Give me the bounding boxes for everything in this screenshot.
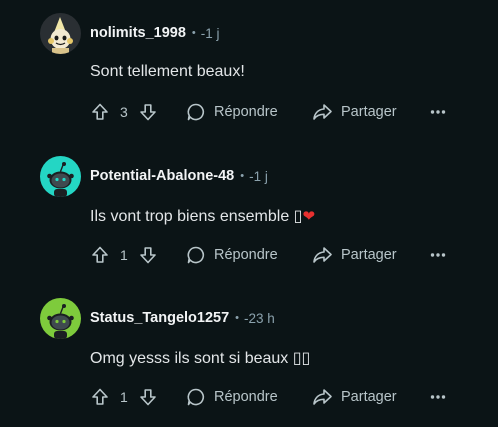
- vote-count: 1: [120, 389, 128, 405]
- user-avatar[interactable]: [40, 155, 81, 197]
- user-avatar[interactable]: [40, 12, 81, 54]
- downvote-icon: [140, 104, 156, 121]
- more-options-button[interactable]: [430, 241, 446, 269]
- more-options-button[interactable]: [430, 383, 446, 411]
- share-label: Partager: [341, 389, 397, 405]
- vote-count: 1: [120, 247, 128, 263]
- comment-actions: 3 Répondre Partager: [80, 98, 480, 126]
- comment-text: Sont tellement beaux!: [90, 63, 245, 81]
- reply-bubble-icon: [187, 103, 205, 121]
- comment-text: Omg yesss ils sont si beaux ▯▯: [90, 348, 310, 368]
- comment-text-content: Ils vont trop biens ensemble ▯: [90, 208, 303, 225]
- share-button[interactable]: Partager: [312, 98, 397, 126]
- more-options-icon: [430, 253, 446, 257]
- upvote-button[interactable]: [90, 98, 110, 126]
- downvote-icon: [140, 247, 156, 264]
- comment-time: -1 j: [249, 168, 268, 184]
- comment-text-content: Sont tellement beaux!: [90, 63, 245, 80]
- reply-label: Répondre: [214, 247, 278, 263]
- share-arrow-icon: [313, 247, 332, 263]
- vote-count: 3: [120, 104, 128, 120]
- share-label: Partager: [341, 247, 397, 263]
- reply-button[interactable]: Répondre: [186, 98, 278, 126]
- upvote-button[interactable]: [90, 383, 110, 411]
- share-arrow-icon: [313, 389, 332, 405]
- meta-separator: •: [191, 27, 196, 39]
- downvote-button[interactable]: [138, 383, 158, 411]
- share-arrow-icon: [313, 104, 332, 120]
- share-label: Partager: [341, 104, 397, 120]
- meta-separator: •: [235, 312, 240, 324]
- downvote-button[interactable]: [138, 98, 158, 126]
- meta-separator: •: [240, 170, 245, 182]
- comment-header: nolimits_1998 • -1 j: [40, 12, 220, 54]
- comment-actions: 1 Répondre Partager: [80, 241, 480, 269]
- reply-button[interactable]: Répondre: [186, 241, 278, 269]
- downvote-icon: [140, 389, 156, 406]
- comment-header: Status_Tangelo1257 • -23 h: [40, 297, 275, 339]
- username[interactable]: nolimits_1998: [90, 25, 186, 41]
- comment-header: Potential-Abalone-48 • -1 j: [40, 155, 268, 197]
- reply-button[interactable]: Répondre: [186, 383, 278, 411]
- upvote-icon: [92, 388, 108, 405]
- user-avatar[interactable]: [40, 297, 81, 339]
- more-options-button[interactable]: [430, 98, 446, 126]
- more-options-icon: [430, 110, 446, 114]
- downvote-button[interactable]: [138, 241, 158, 269]
- heart-emoji: ❤: [302, 208, 316, 225]
- reply-bubble-icon: [187, 388, 205, 406]
- share-button[interactable]: Partager: [312, 241, 397, 269]
- share-button[interactable]: Partager: [312, 383, 397, 411]
- more-options-icon: [430, 395, 446, 399]
- comment-text: Ils vont trop biens ensemble ▯❤: [90, 206, 315, 226]
- reply-label: Répondre: [214, 104, 278, 120]
- upvote-button[interactable]: [90, 241, 110, 269]
- comment-text-content: Omg yesss ils sont si beaux ▯▯: [90, 350, 311, 367]
- upvote-icon: [92, 103, 108, 120]
- upvote-icon: [92, 246, 108, 263]
- comment-actions: 1 Répondre Partager: [80, 383, 480, 411]
- comment-time: -1 j: [200, 25, 220, 41]
- reply-label: Répondre: [214, 389, 278, 405]
- username[interactable]: Potential-Abalone-48: [90, 168, 234, 184]
- reply-bubble-icon: [187, 246, 205, 264]
- comment-time: -23 h: [244, 310, 275, 326]
- username[interactable]: Status_Tangelo1257: [90, 310, 229, 326]
